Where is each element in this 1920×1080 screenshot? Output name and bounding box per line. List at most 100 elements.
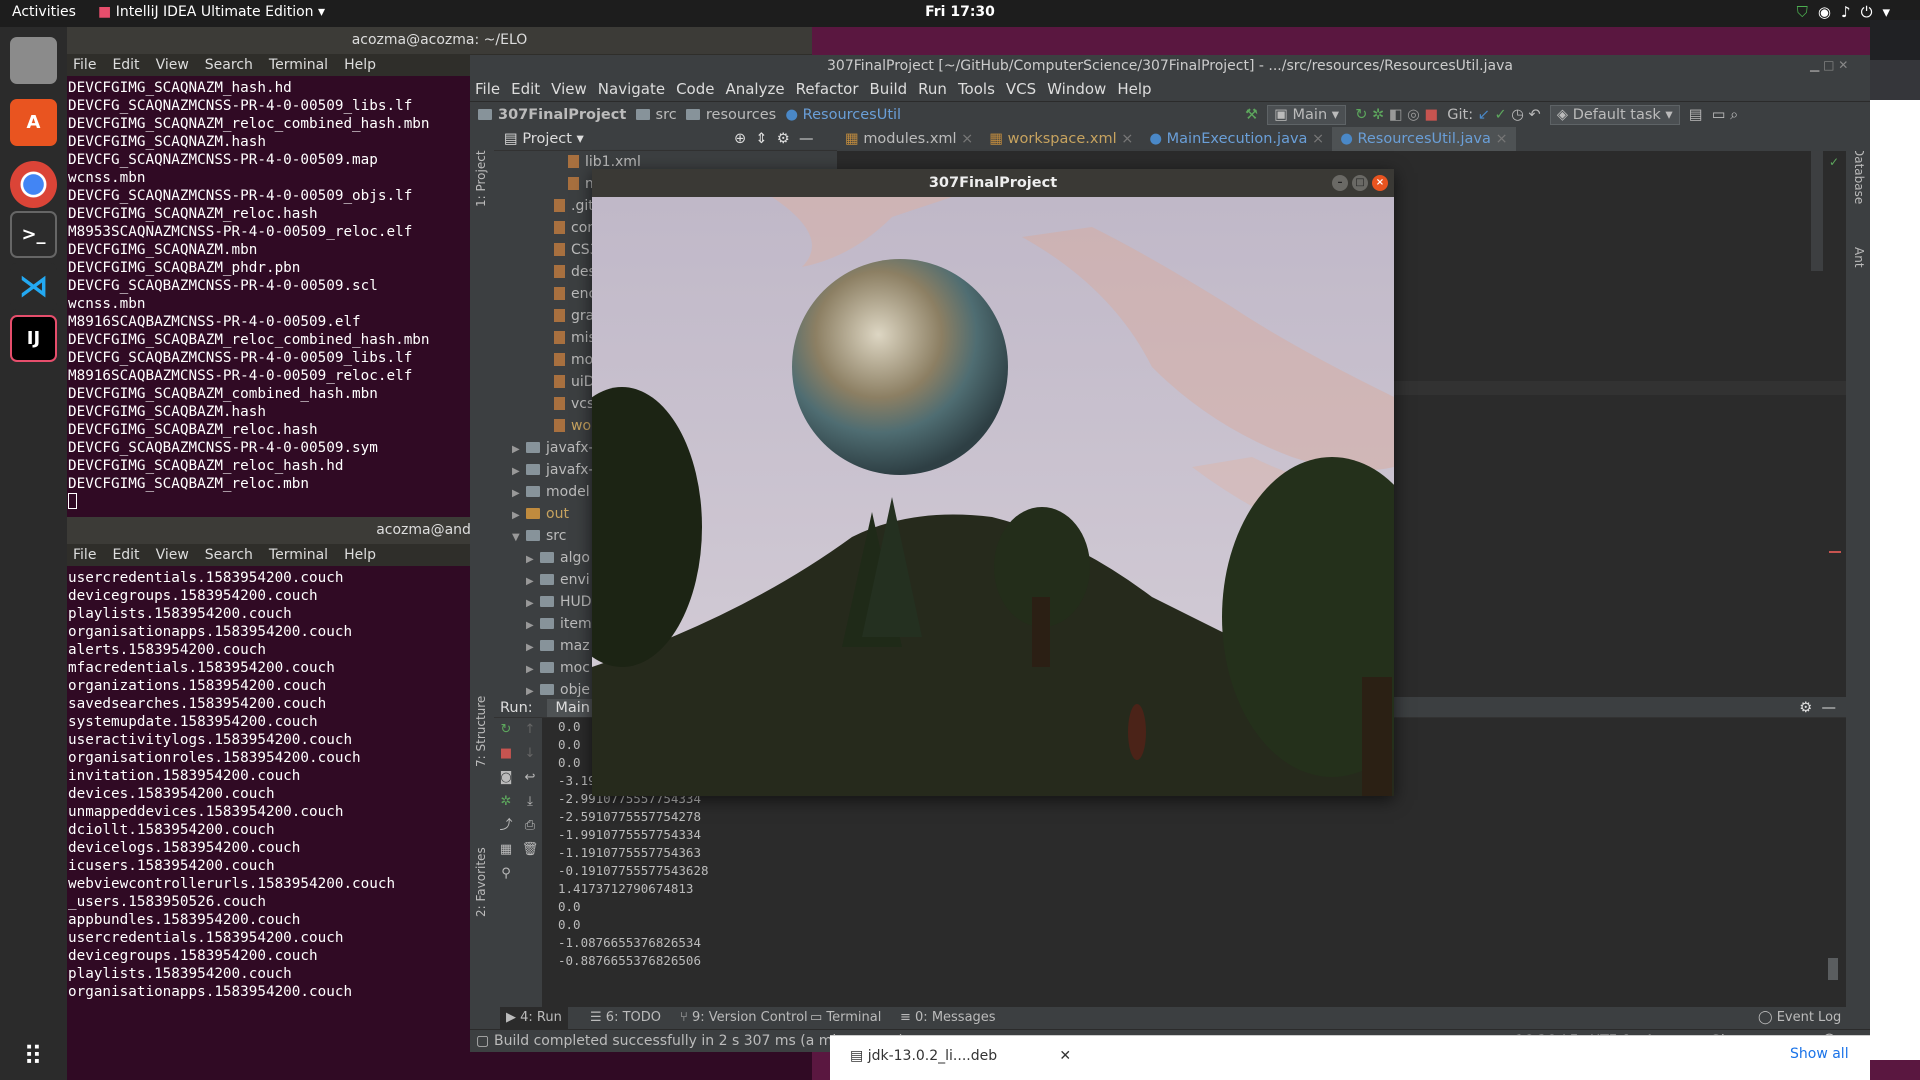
menu-search[interactable]: Search xyxy=(205,57,253,73)
chevron-right-icon[interactable]: ▶ xyxy=(526,571,540,593)
debug-icon[interactable]: ✲ xyxy=(494,790,518,814)
chevron-right-icon[interactable]: ▶ xyxy=(526,549,540,571)
print-icon[interactable]: ⎙ xyxy=(518,814,542,838)
menu-analyze[interactable]: Analyze xyxy=(725,80,784,98)
chevron-right-icon[interactable]: ▶ xyxy=(512,483,526,505)
tab-mainexecution[interactable]: ● MainExecution.java × xyxy=(1141,127,1332,151)
hide-icon[interactable]: — xyxy=(1822,700,1837,716)
up-arrow-icon[interactable]: ↑ xyxy=(518,718,542,742)
show-all-button[interactable]: Show all xyxy=(1790,1046,1849,1062)
menu-window[interactable]: Window xyxy=(1047,80,1106,98)
chevron-right-icon[interactable]: ▶ xyxy=(526,659,540,681)
menu-terminal[interactable]: Terminal xyxy=(269,57,328,73)
chevron-right-icon[interactable]: ▶ xyxy=(512,439,526,461)
menu-refactor[interactable]: Refactor xyxy=(796,80,859,98)
download-item[interactable]: ▤ jdk-13.0.2_li....deb ✕ xyxy=(850,1048,1071,1064)
menu-edit[interactable]: Edit xyxy=(511,80,540,98)
menu-tools[interactable]: Tools xyxy=(958,80,995,98)
chevron-down-icon[interactable]: ▼ xyxy=(512,527,526,549)
chevron-right-icon[interactable]: ▶ xyxy=(526,615,540,637)
intellij-icon[interactable]: IJ xyxy=(10,315,57,362)
console-scrollbar[interactable] xyxy=(1828,958,1838,980)
event-log-button[interactable]: ◯ Event Log xyxy=(1758,1007,1841,1029)
browser-window-edge[interactable] xyxy=(1870,20,1920,1060)
soft-wrap-icon[interactable]: ↩ xyxy=(518,766,542,790)
rerun-icon[interactable]: ↻ xyxy=(1355,107,1367,123)
close-icon[interactable]: ✕ xyxy=(1838,58,1848,72)
down-arrow-icon[interactable]: ↓ xyxy=(518,742,542,766)
run-config-select[interactable]: ▣ Main ▾ xyxy=(1267,105,1347,125)
git-commit-icon[interactable]: ✓ xyxy=(1495,107,1507,123)
tab-resourcesutil[interactable]: ● ResourcesUtil.java × xyxy=(1332,127,1516,154)
close-icon[interactable]: × xyxy=(1372,175,1388,191)
menu-run[interactable]: Run xyxy=(918,80,947,98)
project-tool-button[interactable]: 1: Project xyxy=(474,150,488,207)
breadcrumb-resources[interactable]: resources xyxy=(706,107,776,123)
editor-scrollbar[interactable] xyxy=(1811,151,1823,271)
menu-help[interactable]: Help xyxy=(1117,80,1151,98)
debug-icon[interactable]: ✲ xyxy=(1372,107,1384,123)
collapse-icon[interactable]: ⇕ xyxy=(755,131,767,147)
menu-edit[interactable]: Edit xyxy=(112,57,139,73)
coverage-icon[interactable]: ◧ xyxy=(1389,107,1403,123)
pin-icon[interactable]: ⚲ xyxy=(494,862,518,886)
trash-icon[interactable]: 🗑 xyxy=(518,838,542,862)
game-scene[interactable] xyxy=(592,197,1394,796)
tool-tab-messages[interactable]: ≡ 0: Messages xyxy=(900,1007,996,1029)
menu-view[interactable]: View xyxy=(156,547,189,563)
browser-toolbar[interactable] xyxy=(1870,60,1920,100)
close-icon[interactable]: × xyxy=(1495,131,1507,147)
chevron-right-icon[interactable]: ▶ xyxy=(512,505,526,527)
gear-icon[interactable]: ⚙ xyxy=(777,131,790,147)
menu-search[interactable]: Search xyxy=(205,547,253,563)
layout-icon[interactable]: ▭ xyxy=(1712,107,1726,123)
database-tool-button[interactable]: Database xyxy=(1852,147,1866,204)
chevron-right-icon[interactable]: ▶ xyxy=(512,461,526,483)
favorites-tool-button[interactable]: 2: Favorites xyxy=(474,847,488,917)
menu-vcs[interactable]: VCS xyxy=(1006,80,1036,98)
software-center-icon[interactable]: A xyxy=(10,99,57,146)
menu-code[interactable]: Code xyxy=(676,80,714,98)
hide-icon[interactable]: — xyxy=(799,131,814,147)
close-icon[interactable]: × xyxy=(1312,131,1324,147)
search-icon[interactable]: ⌕ xyxy=(1730,107,1738,123)
build-hammer-icon[interactable]: ⚒ xyxy=(1245,107,1258,123)
scroll-to-end-icon[interactable]: ⤓ xyxy=(518,790,542,814)
layout-icon[interactable]: ▦ xyxy=(494,838,518,862)
menu-edit[interactable]: Edit xyxy=(112,547,139,563)
chevron-right-icon[interactable]: ▶ xyxy=(526,637,540,659)
files-icon[interactable] xyxy=(10,37,57,84)
menu-view[interactable]: View xyxy=(551,80,587,98)
stop-icon[interactable]: ■ xyxy=(1424,107,1438,123)
menu-terminal[interactable]: Terminal xyxy=(269,547,328,563)
run-tab-main[interactable]: Main xyxy=(547,699,598,717)
menu-view[interactable]: View xyxy=(156,57,189,73)
gear-icon[interactable]: ⚙ xyxy=(1799,700,1812,716)
minimize-icon[interactable]: – xyxy=(1332,175,1348,191)
terminal-icon[interactable]: >_ xyxy=(10,211,57,258)
project-structure-icon[interactable]: ▤ xyxy=(1689,107,1703,123)
tool-tab-terminal[interactable]: ▭ Terminal xyxy=(810,1007,881,1029)
menu-navigate[interactable]: Navigate xyxy=(598,80,665,98)
menu-file[interactable]: File xyxy=(73,547,96,563)
ant-tool-button[interactable]: Ant xyxy=(1852,247,1866,268)
breadcrumb-src[interactable]: src xyxy=(656,107,677,123)
git-update-icon[interactable]: ↙ xyxy=(1478,107,1490,123)
structure-tool-button[interactable]: 7: Structure xyxy=(474,696,488,767)
minimize-icon[interactable]: ▁ xyxy=(1810,58,1819,72)
git-revert-icon[interactable]: ↶ xyxy=(1529,107,1541,123)
show-apps-icon[interactable]: ⠿ xyxy=(16,1040,50,1074)
close-icon[interactable]: × xyxy=(961,131,973,147)
menu-file[interactable]: File xyxy=(73,57,96,73)
maximize-icon[interactable]: □ xyxy=(1823,58,1834,72)
git-history-icon[interactable]: ◷ xyxy=(1511,107,1524,123)
camera-icon[interactable]: ◙ xyxy=(494,766,518,790)
rerun-icon[interactable]: ↻ xyxy=(494,718,518,742)
tool-tab-vcs[interactable]: ⑂ 9: Version Control xyxy=(680,1007,808,1029)
menu-build[interactable]: Build xyxy=(870,80,908,98)
stop-icon[interactable]: ■ xyxy=(494,742,518,766)
locate-icon[interactable]: ⊕ xyxy=(734,131,746,147)
project-view-select[interactable]: ▤ Project ▾ xyxy=(504,131,584,147)
clock[interactable]: Fri 17:30 xyxy=(0,4,1920,20)
export-icon[interactable]: ⤴ xyxy=(494,814,518,838)
